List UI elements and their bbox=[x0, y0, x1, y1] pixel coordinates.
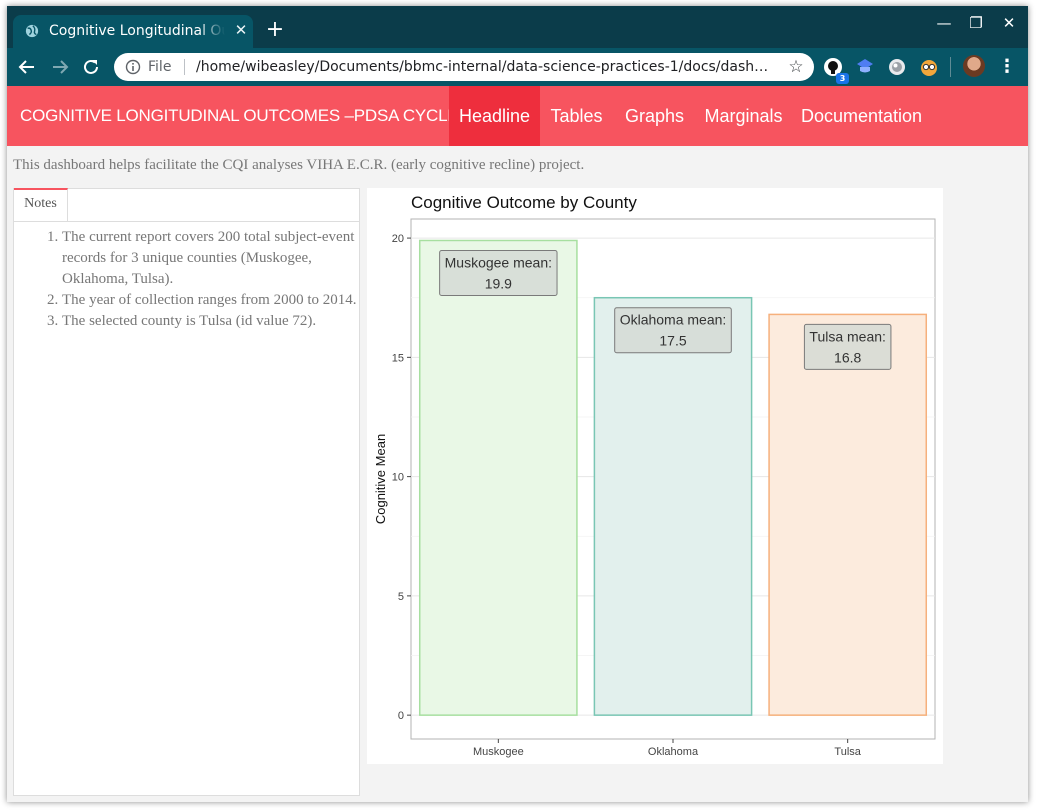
nav-marginals[interactable]: Marginals bbox=[703, 86, 784, 146]
list-item: The current report covers 200 total subj… bbox=[62, 227, 372, 290]
chart-title: Cognitive Outcome by County bbox=[411, 193, 637, 212]
app-title[interactable]: COGNITIVE LONGITUDINAL OUTCOMES –PDSA CY… bbox=[20, 105, 473, 127]
x-tick-label: Oklahoma bbox=[648, 746, 699, 758]
y-tick-label: 10 bbox=[392, 472, 404, 484]
extension-icon[interactable] bbox=[855, 57, 875, 77]
data-label: Oklahoma mean: 17.5 bbox=[614, 307, 732, 354]
forward-arrow-icon[interactable] bbox=[49, 56, 71, 78]
browser-window: Cognitive Longitudinal Outcomes ✕ + — ❐ … bbox=[7, 6, 1028, 802]
extension-icon[interactable] bbox=[919, 57, 939, 77]
x-tick-label: Muskogee bbox=[473, 746, 524, 758]
data-label-title: Tulsa mean: bbox=[809, 328, 886, 344]
nav-headline[interactable]: Headline bbox=[449, 86, 540, 146]
nav-documentation[interactable]: Documentation bbox=[801, 86, 922, 146]
back-arrow-icon[interactable] bbox=[16, 56, 38, 78]
y-axis-label: Cognitive Mean bbox=[373, 434, 388, 524]
globe-icon bbox=[25, 24, 39, 38]
extension-badge: 3 bbox=[836, 73, 849, 84]
list-item: The year of collection ranges from 2000 … bbox=[62, 290, 372, 311]
info-icon[interactable] bbox=[125, 59, 141, 75]
data-label-title: Muskogee mean: bbox=[445, 254, 552, 270]
close-window-button[interactable]: ✕ bbox=[998, 12, 1020, 34]
y-tick-label: 0 bbox=[398, 710, 404, 722]
data-label-value: 19.9 bbox=[485, 275, 512, 291]
bar-chart: Cognitive Outcome by County 0 5 10 15 20 Cogni… bbox=[373, 193, 936, 758]
bar-tulsa bbox=[768, 313, 928, 716]
star-icon[interactable]: ☆ bbox=[785, 56, 807, 78]
bar-oklahoma bbox=[593, 296, 753, 716]
tab-notes-label: Notes bbox=[24, 196, 57, 211]
new-tab-button[interactable]: + bbox=[265, 19, 285, 41]
omnibox-divider bbox=[184, 59, 185, 75]
notes-list: The current report covers 200 total subj… bbox=[42, 227, 372, 332]
kebab-menu-icon[interactable]: ⋮ bbox=[997, 56, 1017, 78]
data-label: Muskogee mean: 19.9 bbox=[439, 249, 558, 296]
data-label-title: Oklahoma mean: bbox=[620, 312, 727, 328]
notes-panel: Notes The current report covers 200 tota… bbox=[13, 188, 360, 796]
notes-tabbar: Notes bbox=[14, 188, 359, 222]
bar-muskogee bbox=[418, 239, 578, 716]
y-tick-label: 15 bbox=[392, 352, 404, 364]
toolbar-divider bbox=[950, 57, 951, 77]
browser-toolbar: File /home/wibeasley/Documents/bbmc-inte… bbox=[7, 48, 1028, 86]
x-tick-label: Tulsa bbox=[834, 746, 861, 758]
nav-graphs[interactable]: Graphs bbox=[621, 86, 688, 146]
data-label: Tulsa mean: 16.8 bbox=[803, 323, 892, 370]
data-label-value: 16.8 bbox=[834, 349, 861, 365]
tab-strip: Cognitive Longitudinal Outcomes ✕ + — ❐ … bbox=[7, 6, 1028, 48]
reload-icon[interactable] bbox=[80, 56, 102, 78]
scheme-label: File bbox=[148, 59, 172, 75]
url-text[interactable]: /home/wibeasley/Documents/bbmc-internal/… bbox=[196, 58, 776, 76]
chart-panel: Cognitive Outcome by County 0 5 10 15 20 Cogni… bbox=[367, 188, 943, 764]
close-icon[interactable]: ✕ bbox=[231, 20, 251, 40]
tab-title: Cognitive Longitudinal Outcomes bbox=[49, 23, 225, 39]
extension-icon[interactable] bbox=[887, 57, 907, 77]
data-label-value: 17.5 bbox=[659, 333, 686, 349]
nav-tables[interactable]: Tables bbox=[548, 86, 605, 146]
app-navbar: COGNITIVE LONGITUDINAL OUTCOMES –PDSA CY… bbox=[7, 86, 1028, 146]
list-item: The selected county is Tulsa (id value 7… bbox=[62, 311, 372, 332]
browser-tab[interactable]: Cognitive Longitudinal Outcomes ✕ bbox=[13, 15, 253, 48]
address-bar[interactable]: File /home/wibeasley/Documents/bbmc-inte… bbox=[114, 53, 814, 81]
page-description: This dashboard helps facilitate the CQI … bbox=[13, 157, 585, 173]
tab-notes[interactable]: Notes bbox=[14, 188, 68, 221]
avatar[interactable] bbox=[963, 55, 985, 77]
y-tick-label: 20 bbox=[392, 233, 404, 245]
y-tick-label: 5 bbox=[398, 591, 404, 603]
minimize-button[interactable]: — bbox=[933, 12, 955, 34]
restore-button[interactable]: ❐ bbox=[965, 12, 987, 34]
